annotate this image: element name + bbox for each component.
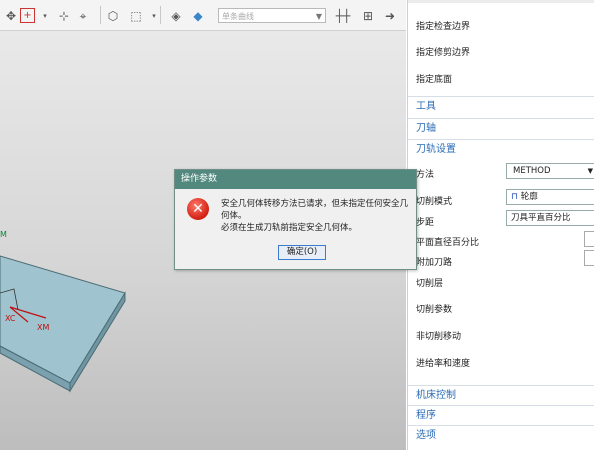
arrow-right-icon[interactable]: ➜: [382, 8, 398, 24]
dialog-title: 操作参数: [175, 170, 416, 189]
row-floor[interactable]: 指定底面: [416, 72, 452, 85]
stepover-label: 步距: [416, 218, 435, 228]
select-pointer-icon[interactable]: ✥: [3, 8, 19, 24]
separator: [100, 6, 101, 24]
dialog-message: 安全几何体转移方法已请求，但未指定任何安全几何体。 必须在生成刀轨前指定安全几何…: [221, 199, 409, 233]
point-icon[interactable]: ⊹: [56, 8, 72, 24]
dropdown-arrow-icon[interactable]: ▾: [37, 8, 53, 24]
row-feeds-speeds[interactable]: 进给率和速度: [416, 356, 470, 369]
section-machine-control[interactable]: 机床控制: [408, 385, 594, 404]
top-edge-strip: [408, 0, 594, 3]
section-path-settings[interactable]: 刀轨设置: [408, 139, 594, 158]
method-value: METHOD: [513, 166, 551, 176]
row-trim-boundary[interactable]: 指定修剪边界: [416, 45, 470, 58]
part-icon[interactable]: ◈: [168, 8, 184, 24]
row-check-boundary[interactable]: 指定检查边界: [416, 19, 470, 32]
method-dropdown[interactable]: METHOD ▼: [506, 163, 594, 179]
section-options[interactable]: 选项: [408, 425, 594, 444]
selection-filter-value: 单条曲线: [222, 12, 254, 21]
snap-icon[interactable]: +: [20, 8, 35, 23]
transform-icon[interactable]: ⌖: [75, 8, 91, 24]
chevron-down-icon: ▼: [315, 12, 322, 21]
axis-label-m: M: [0, 230, 7, 239]
toolbar: ✥ + ▾ ⊹ ⌖ ⬡ ⬚ ▾ ◈ ◆ 单条曲线 ▼ ┼┼ ⊞ ➜: [0, 0, 406, 31]
section-tool[interactable]: 工具: [408, 96, 594, 115]
cut-mode-label: 切削模式: [416, 197, 453, 207]
ok-button[interactable]: 确定(O): [278, 245, 326, 260]
chevron-down-icon: ▼: [587, 167, 593, 175]
axis-label-xc: XC: [5, 314, 16, 323]
percent-input[interactable]: [584, 231, 594, 247]
grid-snap-icon[interactable]: ⊞: [360, 8, 376, 24]
stepover-dropdown[interactable]: 刀具平直百分比: [506, 210, 594, 226]
method-label: 方法: [416, 170, 435, 180]
stepover-value: 刀具平直百分比: [511, 213, 571, 223]
separator: [160, 6, 161, 24]
passes-input[interactable]: [584, 250, 594, 266]
cut-mode-value: 轮廓: [520, 192, 538, 202]
box-select-icon[interactable]: ⬚: [128, 8, 144, 24]
percent-label: 平面直径百分比: [416, 238, 480, 248]
error-dialog: 操作参数 ✕ 安全几何体转移方法已请求，但未指定任何安全几何体。 必须在生成刀轨…: [174, 169, 417, 270]
row-cut-params[interactable]: 切削参数: [416, 302, 452, 315]
snap-intersect-icon[interactable]: ┼┼: [335, 8, 351, 24]
error-icon: ✕: [187, 198, 209, 220]
section-program[interactable]: 程序: [408, 405, 594, 424]
selection-filter-dropdown[interactable]: 单条曲线 ▼: [218, 8, 326, 23]
cut-mode-dropdown[interactable]: ⊓ 轮廓: [506, 189, 594, 205]
row-noncut-moves[interactable]: 非切削移动: [416, 329, 461, 342]
section-tool-axis[interactable]: 刀轴: [408, 118, 594, 137]
axis-label-xm: XM: [37, 323, 50, 332]
cube-icon[interactable]: ◆: [190, 8, 206, 24]
profile-icon: ⊓: [511, 192, 519, 202]
hexagon-icon[interactable]: ⬡: [105, 8, 121, 24]
passes-label: 附加刀路: [416, 258, 453, 268]
operation-panel: 指定检查边界 指定修剪边界 指定底面 工具 刀轴 刀轨设置 方法 METHOD …: [407, 0, 594, 450]
row-cut-levels[interactable]: 切削层: [416, 276, 443, 289]
